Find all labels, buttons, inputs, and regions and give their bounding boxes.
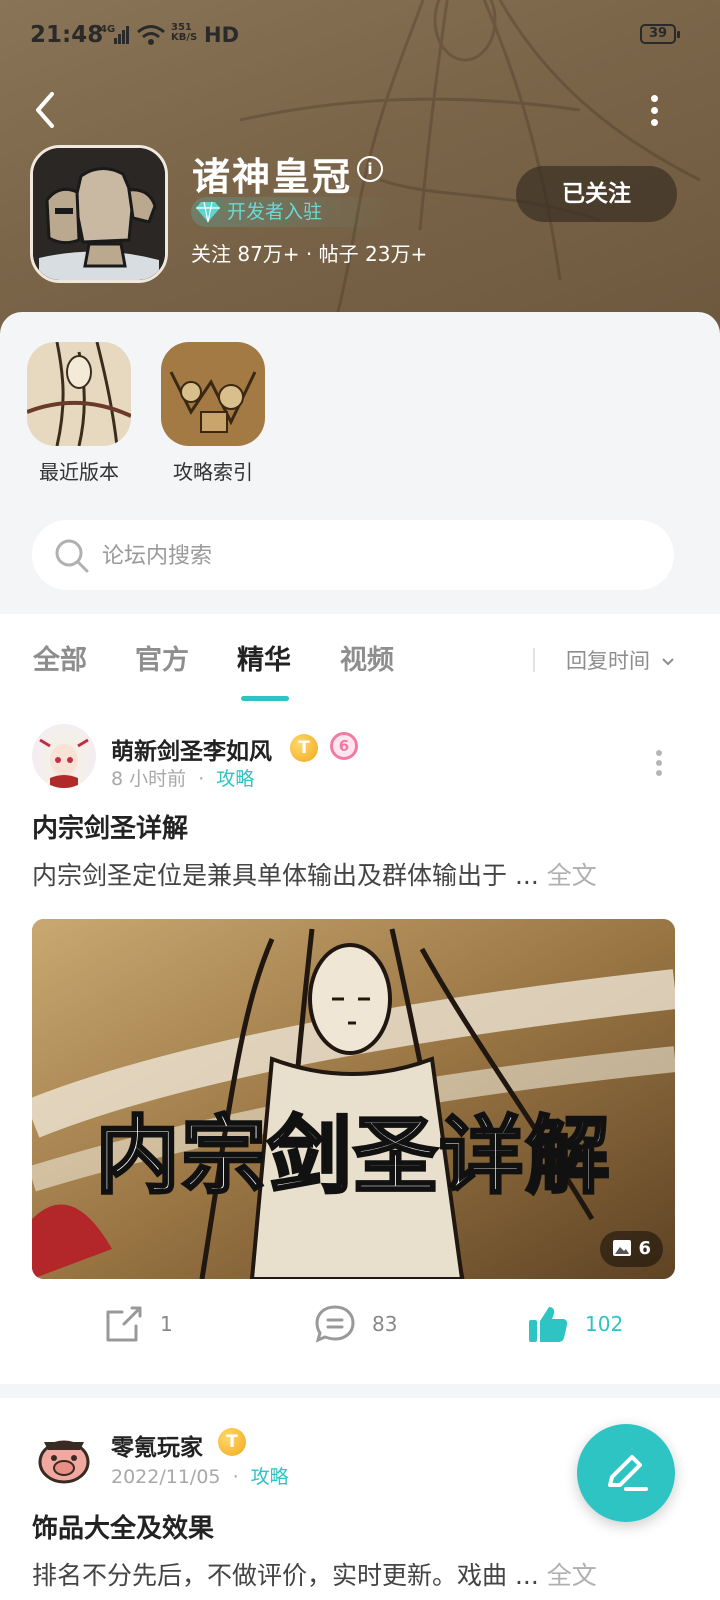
comment-button[interactable]: 83 [314,1304,397,1350]
divider [533,648,535,672]
share-icon [106,1306,142,1342]
level-badge: T [218,1428,246,1456]
like-button[interactable]: 102 [527,1304,623,1350]
battery-icon: 39 [640,24,680,44]
network-speed: 351 KB/S [171,22,198,43]
image-caption-text: 内宗剑圣详解 [94,1106,612,1207]
tab-featured[interactable]: 精华 [237,638,291,677]
tab-official[interactable]: 官方 [135,638,189,677]
post-excerpt[interactable]: 内宗剑圣定位是兼具单体输出及群体输出于 ... 全文 [32,856,672,892]
post-meta: 2022/11/05 · 攻略 [111,1466,289,1488]
thumbs-up-icon [529,1307,568,1342]
forum-search-bar[interactable] [32,520,674,590]
post-meta: 8 小时前 · 攻略 [111,768,255,790]
shortcut-label: 最近版本 [39,460,119,484]
search-input[interactable] [102,538,642,574]
feed-tabs: 全部 官方 精华 视频 回复时间 [0,614,720,704]
post-image[interactable]: 内宗剑圣详解 6 [32,919,675,1279]
author-name[interactable]: 零氪玩家 [111,1428,203,1462]
tab-all[interactable]: 全部 [33,638,87,677]
app-title: 诸神皇冠 [192,155,353,199]
signal-icon [114,26,129,44]
status-network: 4G [100,24,116,35]
back-button[interactable] [26,88,66,132]
medal-badge: 6 [330,732,358,760]
hd-indicator: HD [204,23,240,47]
post-more-button[interactable] [654,746,664,780]
shortcut-label: 攻略索引 [173,460,253,484]
follow-button[interactable]: 已关注 [516,166,677,222]
level-badge: T [290,734,318,762]
search-icon [55,539,89,573]
armor-icon [33,148,165,280]
shortcut-strategy-index[interactable]: 攻略索引 [158,342,268,485]
diamond-icon [196,201,220,223]
post-separator [0,1384,720,1398]
compose-post-button[interactable] [577,1424,675,1522]
comment-icon [315,1305,355,1343]
post-category[interactable]: 攻略 [251,1466,289,1488]
sort-label: 回复时间 [566,649,650,673]
sort-dropdown[interactable]: 回复时间 [566,645,675,675]
app-stats: 关注 87万+ · 帖子 23万+ [191,242,428,266]
strategy-index-thumbnail [161,342,265,446]
read-full-link[interactable]: 全文 [547,1561,597,1590]
post-excerpt[interactable]: 排名不分先后，不做评价，实时更新。戏曲 ... 全文 [32,1556,672,1592]
author-name[interactable]: 萌新剑圣李如风 [111,732,272,766]
post-category[interactable]: 攻略 [216,768,254,790]
info-icon[interactable]: i [357,156,383,182]
avatar[interactable] [32,1424,96,1488]
avatar[interactable] [32,724,96,788]
post-time: 2022/11/05 [111,1466,221,1488]
app-icon [30,145,168,283]
read-full-link[interactable]: 全文 [547,861,597,890]
image-icon [613,1240,632,1256]
status-time: 21:48 [30,22,104,48]
status-bar: 21:48 4G 351 KB/S HD 39 [0,0,720,70]
developer-badge[interactable]: 开发者入驻 [191,197,391,227]
chevron-left-icon [36,92,54,128]
wifi-icon [137,25,165,45]
shortcut-latest-version[interactable]: 最近版本 [24,342,134,485]
post-title[interactable]: 饰品大全及效果 [32,1508,214,1545]
latest-version-thumbnail [27,342,131,446]
image-count-badge: 6 [600,1231,663,1267]
more-options-button[interactable] [640,90,668,130]
tab-video[interactable]: 视频 [340,638,394,677]
forum-content: 最近版本 攻略索引 全部 官方 精华 视频 [0,312,720,1600]
pen-icon [608,1455,648,1491]
post-time: 8 小时前 [111,768,187,790]
share-button[interactable]: 1 [104,1304,173,1350]
active-tab-indicator [241,696,289,701]
app-header: 21:48 4G 351 KB/S HD 39 诸神皇冠 i 开发者入驻 关注 … [0,0,720,340]
post-title[interactable]: 内宗剑圣详解 [32,808,188,845]
chevron-down-icon [661,658,674,666]
post-card[interactable]: 萌新剑圣李如风 T 6 8 小时前 · 攻略 内宗剑圣详解 内宗剑圣定位是兼具单… [0,724,720,1398]
